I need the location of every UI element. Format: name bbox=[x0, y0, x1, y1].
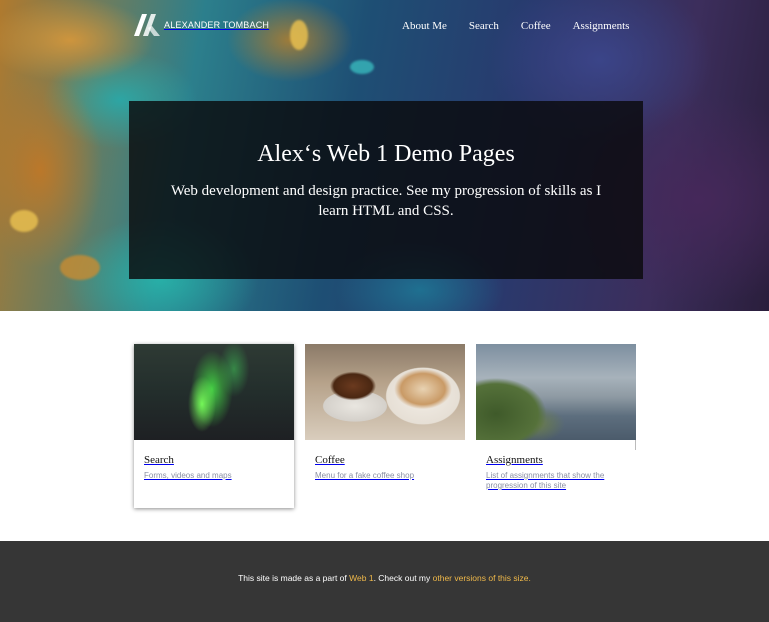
card-title: Coffee bbox=[315, 454, 345, 466]
page-title: Alex‘s Web 1 Demo Pages bbox=[257, 141, 515, 167]
hero-textbox: Alex‘s Web 1 Demo Pages Web development … bbox=[129, 101, 643, 279]
brand-name: ALEXANDER TOMBACH bbox=[164, 20, 270, 30]
hero-banner: ALEXANDER TOMBACH About Me Search Coffee… bbox=[0, 0, 769, 311]
card-search[interactable]: Search Forms, videos and maps bbox=[134, 344, 294, 508]
nav-assignments[interactable]: Assignments bbox=[573, 20, 630, 32]
card-description: List of assignments that show the progre… bbox=[486, 471, 605, 490]
card-description: Forms, videos and maps bbox=[144, 471, 232, 480]
hero-subtitle: Web development and design practice. See… bbox=[170, 183, 602, 219]
card-title: Assignments bbox=[486, 454, 543, 466]
ak-monogram-icon bbox=[134, 14, 160, 36]
hero-texture bbox=[60, 255, 100, 280]
card-edge-divider bbox=[635, 440, 636, 450]
top-nav: ALEXANDER TOMBACH About Me Search Coffee… bbox=[0, 0, 769, 56]
nav-links: About Me Search Coffee Assignments bbox=[402, 20, 651, 32]
footer-link-other-versions[interactable]: other versions of this size. bbox=[433, 573, 531, 583]
logo-link[interactable]: ALEXANDER TOMBACH bbox=[134, 14, 269, 36]
card-coffee[interactable]: Coffee Menu for a fake coffee shop bbox=[305, 344, 465, 508]
card-title: Search bbox=[144, 454, 174, 466]
coffee-cake-photo bbox=[305, 344, 465, 440]
card-grid: Search Forms, videos and maps Coffee Men… bbox=[134, 344, 636, 508]
nav-about-me[interactable]: About Me bbox=[402, 20, 447, 32]
card-assignments[interactable]: Assignments List of assignments that sho… bbox=[476, 344, 636, 508]
footer: This site is made as a part of Web 1. Ch… bbox=[0, 541, 769, 622]
aurora-photo bbox=[134, 344, 294, 440]
footer-link-web1[interactable]: Web 1 bbox=[349, 573, 373, 583]
footer-text-middle: . Check out my bbox=[373, 573, 433, 583]
nav-search[interactable]: Search bbox=[469, 20, 499, 32]
nav-coffee[interactable]: Coffee bbox=[521, 20, 551, 32]
footer-text: This site is made as a part of Web 1. Ch… bbox=[0, 573, 769, 583]
hero-texture bbox=[350, 60, 374, 74]
footer-text-before: This site is made as a part of bbox=[238, 573, 350, 583]
card-description: Menu for a fake coffee shop bbox=[315, 471, 415, 480]
hero-texture bbox=[10, 210, 38, 232]
coastline-photo bbox=[476, 344, 636, 440]
